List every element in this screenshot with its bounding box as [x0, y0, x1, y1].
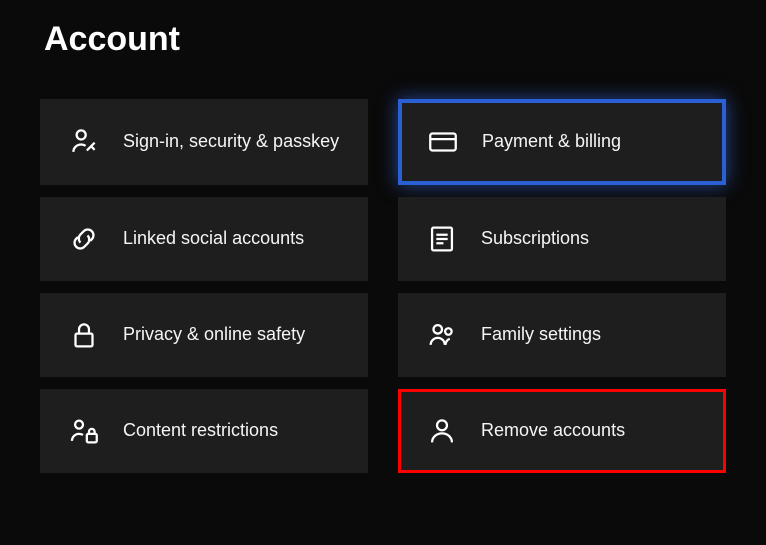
tile-label: Content restrictions — [123, 419, 278, 442]
tile-label: Payment & billing — [482, 130, 621, 153]
tile-signin-security-passkey[interactable]: Sign-in, security & passkey — [40, 99, 368, 185]
tile-label: Subscriptions — [481, 227, 589, 250]
tile-family-settings[interactable]: Family settings — [398, 293, 726, 377]
tile-privacy-online-safety[interactable]: Privacy & online safety — [40, 293, 368, 377]
tile-subscriptions[interactable]: Subscriptions — [398, 197, 726, 281]
tile-linked-social-accounts[interactable]: Linked social accounts — [40, 197, 368, 281]
tile-label: Family settings — [481, 323, 601, 346]
link-icon — [67, 222, 101, 256]
tile-payment-billing[interactable]: Payment & billing — [398, 99, 726, 185]
settings-grid: Sign-in, security & passkey Payment & bi… — [40, 99, 726, 473]
page-title: Account — [44, 20, 726, 59]
lock-icon — [67, 318, 101, 352]
tile-label: Sign-in, security & passkey — [123, 130, 339, 153]
credit-card-icon — [426, 125, 460, 159]
document-list-icon — [425, 222, 459, 256]
person-icon — [425, 414, 459, 448]
person-key-icon — [67, 125, 101, 159]
tile-label: Remove accounts — [481, 419, 625, 442]
people-lock-icon — [67, 414, 101, 448]
tile-remove-accounts[interactable]: Remove accounts — [398, 389, 726, 473]
tile-label: Linked social accounts — [123, 227, 304, 250]
tile-content-restrictions[interactable]: Content restrictions — [40, 389, 368, 473]
tile-label: Privacy & online safety — [123, 323, 305, 346]
people-group-icon — [425, 318, 459, 352]
